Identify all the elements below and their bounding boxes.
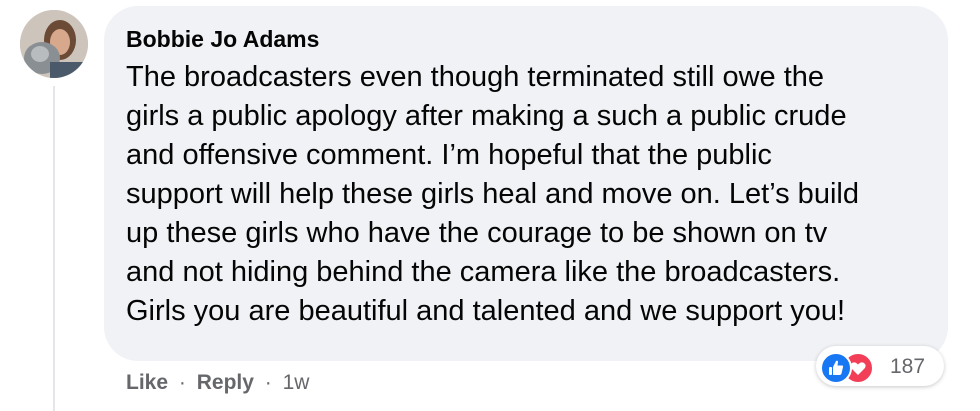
reply-button[interactable]: Reply xyxy=(197,371,254,394)
like-button[interactable]: Like xyxy=(126,371,168,394)
comment-line: Girls you are beautiful and talented and… xyxy=(126,295,846,327)
reaction-count: 187 xyxy=(890,355,926,378)
timestamp[interactable]: 1w xyxy=(283,371,310,394)
comment-line: support will help these girls heal and m… xyxy=(126,178,859,210)
thread-line xyxy=(53,86,55,411)
comment-line: girls a public apology after making a su… xyxy=(126,100,847,132)
avatar[interactable] xyxy=(20,10,88,78)
comment-line: and not hiding behind the camera like th… xyxy=(126,256,841,288)
comment-actions: Like · Reply · 1w xyxy=(126,371,309,395)
separator: · xyxy=(264,371,272,394)
comment-text: The broadcasters even though terminated … xyxy=(126,58,936,331)
comment-line: up these girls who have the courage to b… xyxy=(126,217,828,249)
avatar-photo xyxy=(20,10,88,78)
like-icon xyxy=(820,352,852,384)
separator: · xyxy=(178,371,186,394)
comment-line: and offensive comment. I’m hopeful that … xyxy=(126,139,772,171)
comment-author[interactable]: Bobbie Jo Adams xyxy=(126,26,319,53)
comment-line: The broadcasters even though terminated … xyxy=(126,61,825,93)
reaction-summary[interactable]: 187 xyxy=(816,346,944,386)
